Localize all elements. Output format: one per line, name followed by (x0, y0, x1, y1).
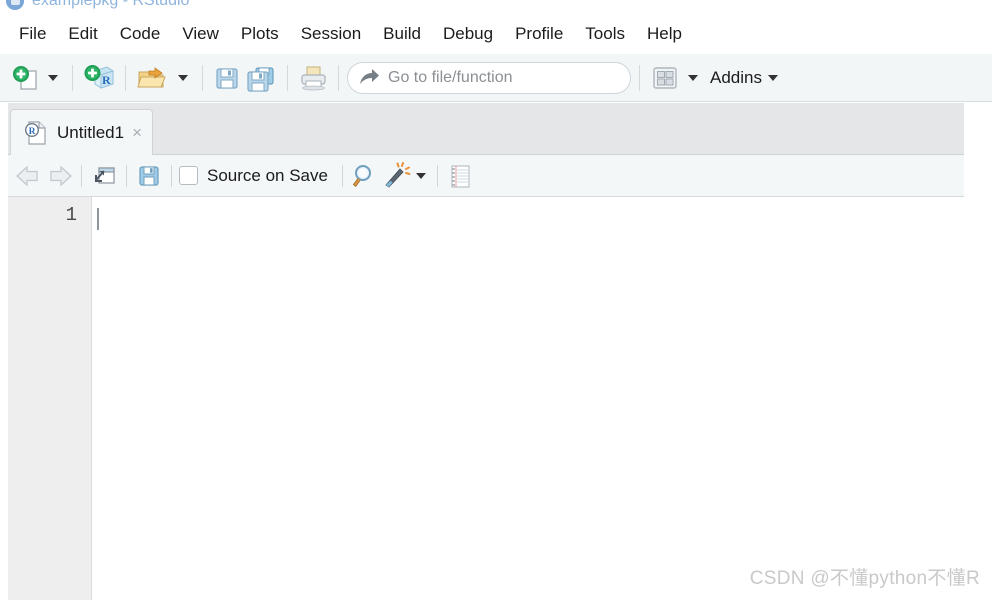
editor-tab-bar: R Untitled1 × (8, 103, 964, 155)
editor-toolbar-separator (436, 164, 438, 187)
show-in-new-window-icon (95, 166, 115, 184)
new-file-button[interactable] (8, 61, 42, 95)
back-button[interactable] (14, 161, 44, 191)
main-toolbar: R Go to file/function Addins (0, 54, 992, 102)
toolbar-separator (287, 64, 288, 91)
magic-wand-icon (385, 161, 411, 188)
menu-item-tools[interactable]: Tools (574, 21, 636, 47)
menu-item-view[interactable]: View (171, 21, 230, 47)
code-tools-caret-icon[interactable] (415, 172, 426, 179)
menu-item-code[interactable]: Code (109, 21, 172, 47)
code-line[interactable] (92, 202, 964, 230)
goto-file-function-box[interactable]: Go to file/function (347, 61, 631, 94)
toolbar-separator (639, 64, 640, 91)
show-in-new-window-button[interactable] (89, 161, 119, 191)
pane-layout-caret-icon[interactable] (688, 74, 698, 81)
new-project-icon: R (84, 64, 115, 89)
forward-button[interactable] (44, 161, 74, 191)
source-on-save-label[interactable]: Source on Save (207, 166, 328, 186)
rstudio-logo-icon (6, 0, 24, 10)
pane-layout-icon (653, 66, 677, 89)
magnifier-icon (352, 164, 371, 187)
menu-item-file[interactable]: File (8, 21, 57, 47)
editor-tab-untitled1[interactable]: R Untitled1 × (10, 109, 154, 155)
close-icon[interactable]: × (132, 124, 142, 141)
menu-item-session[interactable]: Session (290, 21, 372, 47)
source-on-save-checkbox[interactable] (179, 161, 198, 191)
notebook-icon (451, 164, 470, 188)
open-file-icon (137, 66, 166, 87)
editor-tab-label: Untitled1 (57, 122, 125, 142)
goto-arrow-icon (360, 68, 379, 84)
window-title: examplepkg - RStudio (32, 0, 190, 9)
svg-text:R: R (29, 127, 36, 137)
menu-item-plots[interactable]: Plots (230, 21, 290, 47)
line-number-gutter: 1 (8, 197, 92, 600)
toolbar-separator (338, 64, 339, 91)
toolbar-separator (125, 64, 126, 91)
menu-bar: File Edit Code View Plots Session Build … (0, 14, 992, 54)
save-all-button[interactable] (243, 61, 279, 95)
source-pane: R Untitled1 × Source on Save 1 (8, 103, 964, 600)
arrow-right-icon (50, 165, 72, 186)
new-project-button[interactable]: R (81, 61, 117, 95)
menu-item-profile[interactable]: Profile (504, 21, 574, 47)
menu-item-debug[interactable]: Debug (432, 21, 504, 47)
editor-save-button[interactable] (134, 161, 164, 191)
code-editor[interactable]: 1 (8, 197, 964, 600)
toolbar-separator (202, 64, 203, 91)
editor-toolbar-separator (81, 164, 82, 187)
editor-toolbar-separator (171, 164, 172, 187)
title-bar: examplepkg - RStudio (0, 0, 992, 12)
goto-file-function-placeholder: Go to file/function (388, 68, 513, 86)
menu-item-edit[interactable]: Edit (57, 21, 108, 47)
code-tools-button[interactable] (380, 161, 412, 191)
save-icon (139, 165, 159, 186)
menu-item-help[interactable]: Help (636, 21, 693, 47)
print-icon (301, 66, 326, 90)
watermark: CSDN @不懂python不懂R (749, 568, 980, 589)
addins-caret-icon[interactable] (767, 74, 778, 81)
editor-toolbar-separator (126, 164, 127, 187)
open-file-button[interactable] (134, 61, 172, 95)
r-script-icon: R (25, 120, 46, 145)
line-number: 1 (65, 204, 77, 226)
editor-toolbar: Source on Save (8, 155, 964, 197)
open-file-caret-icon[interactable] (178, 74, 188, 81)
save-button[interactable] (211, 61, 243, 95)
save-icon (216, 67, 238, 89)
text-cursor (97, 208, 99, 230)
checkbox-box (179, 166, 198, 185)
new-file-caret-icon[interactable] (48, 74, 58, 81)
addins-label[interactable]: Addins (710, 68, 762, 88)
find-replace-button[interactable] (350, 161, 380, 191)
toolbar-separator (72, 64, 73, 91)
menu-item-build[interactable]: Build (372, 21, 432, 47)
compile-report-button[interactable] (445, 161, 475, 191)
svg-text:R: R (102, 73, 111, 87)
rstudio-window: examplepkg - RStudio File Edit Code View… (0, 0, 992, 600)
new-file-icon (13, 65, 37, 90)
arrow-left-icon (16, 165, 38, 186)
save-all-icon (247, 66, 274, 92)
print-button[interactable] (296, 61, 330, 95)
editor-toolbar-separator (341, 164, 343, 187)
pane-layout-button[interactable] (648, 61, 682, 95)
code-lines[interactable] (92, 197, 964, 600)
